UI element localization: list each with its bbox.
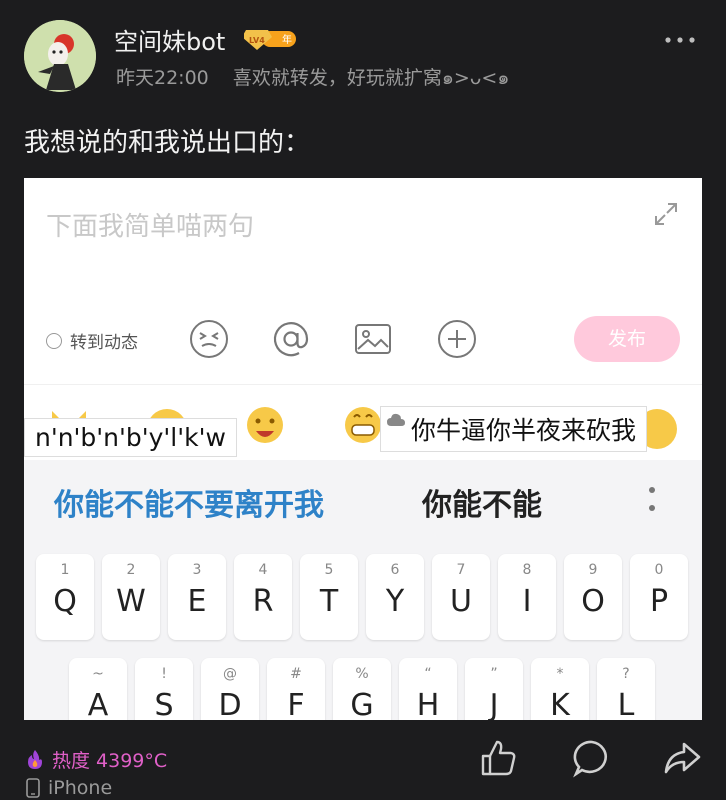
key-t[interactable]: 5T xyxy=(300,554,358,640)
candidate-more-icon[interactable] xyxy=(642,482,662,516)
radio-icon xyxy=(46,332,62,349)
suggestion-text: 你牛逼你半夜来砍我 xyxy=(411,416,637,445)
key-e[interactable]: 3E xyxy=(168,554,226,640)
like-icon[interactable] xyxy=(478,738,518,778)
level-badge-text: LV4 xyxy=(249,36,265,45)
keyboard: 1Q 2W 3E 4R 5T 6Y 7U 8I 9O 0P ~ A ! S @ D #… xyxy=(24,536,702,720)
user-signature: 喜欢就转发，好玩就扩窝๑>ᴗ<๑ xyxy=(232,67,510,89)
key-p[interactable]: 0P xyxy=(630,554,688,640)
post-time: 昨天22:00 xyxy=(116,67,209,89)
comment-input-placeholder: 下面我简单喵两句 xyxy=(46,212,255,242)
username[interactable]: 空间妹bot xyxy=(114,22,225,57)
suggestion-tooltip: 你牛逼你半夜来砍我 xyxy=(380,406,648,452)
at-mention-icon xyxy=(270,318,312,360)
key-o[interactable]: 9O xyxy=(564,554,622,640)
device-label: iPhone xyxy=(48,777,113,799)
post-meta: 昨天22:00 喜欢就转发，好玩就扩窝๑>ᴗ<๑ xyxy=(116,63,509,93)
repost-checkbox: 转到动态 xyxy=(46,328,138,353)
embedded-screenshot[interactable]: 下面我简单喵两句 转到动态 发布 n'n'b'n'b'y'l'k'w 你牛逼你半… xyxy=(24,178,702,720)
avatar[interactable] xyxy=(24,20,96,92)
repost-label: 转到动态 xyxy=(70,333,138,353)
key-g[interactable]: % G xyxy=(333,658,391,720)
tongue-emoji-icon xyxy=(247,407,283,443)
candidate-bar: 你能不能不要离开我 你能不能 xyxy=(24,460,702,536)
send-button: 发布 xyxy=(574,316,680,362)
phone-icon xyxy=(26,778,40,798)
key-k[interactable]: * K xyxy=(531,658,589,720)
heat-label: 热度 4399°C xyxy=(52,750,168,772)
key-r[interactable]: 4R xyxy=(234,554,292,640)
flame-icon xyxy=(28,749,42,769)
image-icon xyxy=(352,318,394,360)
add-icon xyxy=(436,318,478,360)
expand-icon xyxy=(652,200,680,228)
key-j[interactable]: ” J xyxy=(465,658,523,720)
key-l[interactable]: ? L xyxy=(597,658,655,720)
key-s[interactable]: ! S xyxy=(135,658,193,720)
key-h[interactable]: “H xyxy=(399,658,457,720)
key-q[interactable]: 1Q xyxy=(36,554,94,640)
candidate-1[interactable]: 你能不能不要离开我 xyxy=(54,480,324,524)
more-options-icon[interactable] xyxy=(660,30,700,50)
cloud-icon xyxy=(387,413,405,426)
heat-indicator: 热度 4399°C xyxy=(26,746,167,773)
year-badge-text: 年 xyxy=(282,33,292,46)
key-w[interactable]: 2W xyxy=(102,554,160,640)
comment-icon[interactable] xyxy=(572,738,612,778)
device-info: iPhone xyxy=(26,777,112,799)
candidate-2[interactable]: 你能不能 xyxy=(422,480,542,524)
key-i[interactable]: 8I xyxy=(498,554,556,640)
key-a[interactable]: ~ A xyxy=(69,658,127,720)
key-f[interactable]: # F xyxy=(267,658,325,720)
share-icon[interactable] xyxy=(662,738,702,778)
emoji-face-icon xyxy=(188,318,230,360)
level-badge-icon: 年 LV4 xyxy=(242,27,298,51)
key-u[interactable]: 7U xyxy=(432,554,490,640)
key-d[interactable]: @ D xyxy=(201,658,259,720)
post-text: 我想说的和我说出口的： xyxy=(24,128,311,158)
key-y[interactable]: 6Y xyxy=(366,554,424,640)
pinyin-tooltip: n'n'b'n'b'y'l'k'w xyxy=(24,418,237,457)
